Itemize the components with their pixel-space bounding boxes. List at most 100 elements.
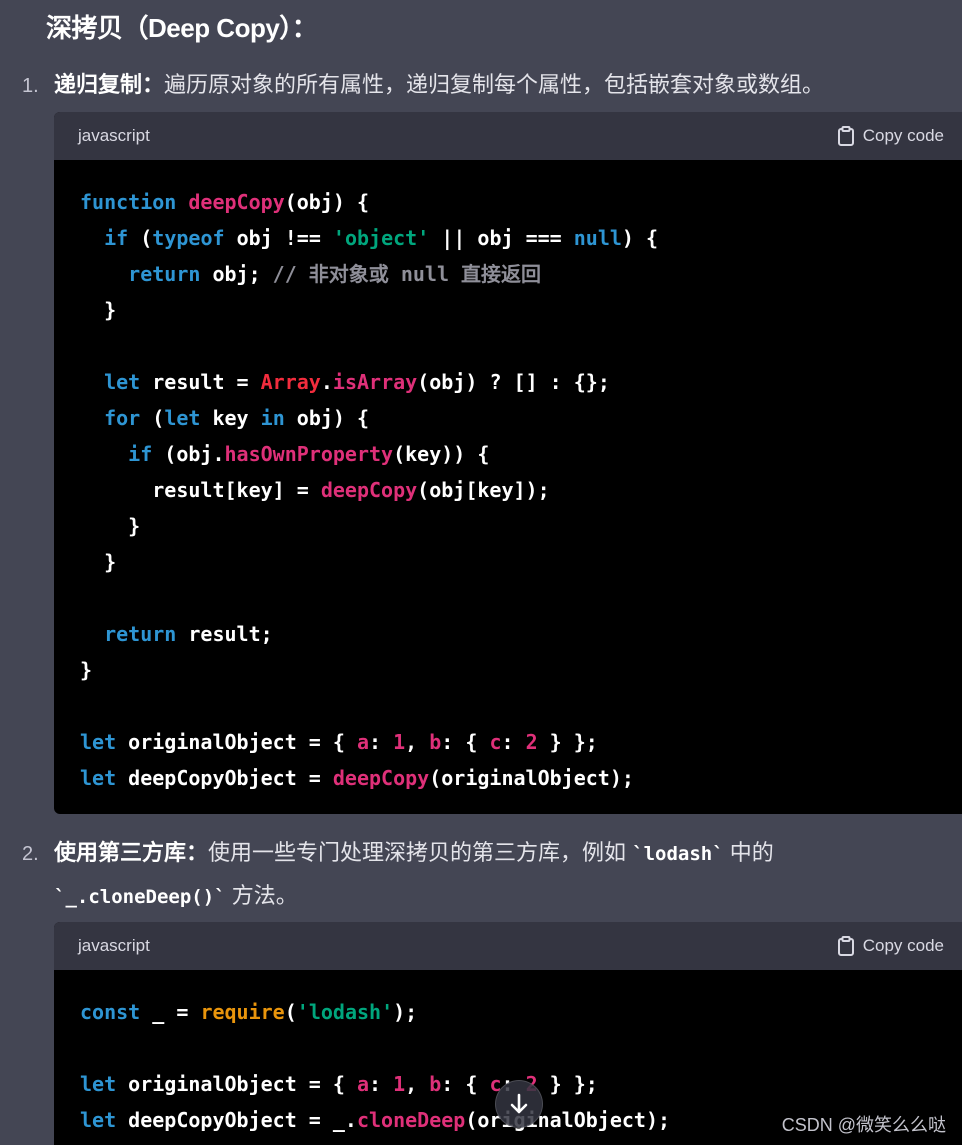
code-token: 2 xyxy=(525,730,538,754)
code-token: || obj === xyxy=(429,226,574,250)
code-line: for (let key in obj) { xyxy=(80,400,942,436)
code-token: let xyxy=(80,1108,117,1132)
list-item-text: 使用一些专门处理深拷贝的第三方库，例如 xyxy=(208,840,633,865)
code-line: if (obj.hasOwnProperty(key)) { xyxy=(80,436,942,472)
copy-code-button[interactable]: Copy code xyxy=(837,936,944,956)
code-token: const xyxy=(80,1000,141,1024)
code-line: return result; xyxy=(80,616,942,652)
clipboard-icon xyxy=(837,936,854,956)
code-token: Array xyxy=(260,370,321,394)
code-line: let originalObject = { a: 1, b: { c: 2 }… xyxy=(80,724,942,760)
code-token: originalObject = { xyxy=(116,1072,357,1096)
code-line: function deepCopy(obj) { xyxy=(80,184,942,220)
code-token: _ = xyxy=(140,1000,201,1024)
scroll-to-bottom-button[interactable] xyxy=(495,1080,543,1128)
code-block-header: javascript Copy code xyxy=(54,922,962,970)
code-token: // 非对象或 null 直接返回 xyxy=(272,262,542,286)
clipboard-icon xyxy=(837,126,854,146)
inline-code-clonedeep: `_.cloneDeep()` xyxy=(54,886,226,908)
code-token: } xyxy=(80,514,141,538)
code-line: result[key] = deepCopy(obj[key]); xyxy=(80,472,942,508)
code-token: deepCopyObject = xyxy=(116,766,333,790)
code-language-label: javascript xyxy=(78,126,150,145)
code-token: 1 xyxy=(393,730,406,754)
code-token: (obj) ? [] : {}; xyxy=(417,370,610,394)
inline-code-lodash: `lodash` xyxy=(632,843,724,865)
list-item-text: 中的 xyxy=(723,840,774,865)
watermark: CSDN @微笑么么哒 xyxy=(781,1115,946,1135)
code-token: : { xyxy=(441,730,490,754)
code-token: hasOwnProperty xyxy=(224,442,394,466)
copy-code-button[interactable]: Copy code xyxy=(837,126,944,146)
code-token: deepCopyObject = _. xyxy=(116,1108,357,1132)
code-token: key xyxy=(200,406,261,430)
code-token: originalObject = { xyxy=(116,730,357,754)
code-token: obj; xyxy=(200,262,273,286)
code-line: if (typeof obj !== 'object' || obj === n… xyxy=(80,220,942,256)
code-token: (obj. xyxy=(152,442,225,466)
code-block-1: javascript Copy code function deepCopy(o… xyxy=(54,112,962,814)
code-language-label: javascript xyxy=(78,936,150,955)
list-item-1: 1. 递归复制：遍历原对象的所有属性，递归复制每个属性，包括嵌套对象或数组。 xyxy=(22,64,952,107)
list-item-text: 遍历原对象的所有属性，递归复制每个属性，包括嵌套对象或数组。 xyxy=(164,72,825,97)
code-token: deepCopy xyxy=(320,478,418,502)
code-line: } xyxy=(80,544,942,580)
code-token: b xyxy=(429,1072,442,1096)
code-token: ); xyxy=(393,1000,418,1024)
code-token: result; xyxy=(176,622,273,646)
code-token: : xyxy=(369,1072,394,1096)
code-token: } xyxy=(80,298,117,322)
code-token: obj !== xyxy=(224,226,333,250)
code-token: 'lodash' xyxy=(296,1000,394,1024)
code-token: result[key] = xyxy=(80,478,321,502)
code-token: : xyxy=(369,730,394,754)
code-block-header: javascript Copy code xyxy=(54,112,962,160)
code-token: . xyxy=(320,370,333,394)
code-token: if xyxy=(128,442,153,466)
code-token: (obj[key]); xyxy=(417,478,550,502)
copy-code-label: Copy code xyxy=(862,936,944,955)
code-token: let xyxy=(80,766,117,790)
code-token: 'object' xyxy=(332,226,430,250)
copy-code-label: Copy code xyxy=(862,126,944,145)
code-token: let xyxy=(80,730,117,754)
code-line: let result = Array.isArray(obj) ? [] : {… xyxy=(80,364,942,400)
code-token: null xyxy=(573,226,622,250)
code-line: let deepCopyObject = deepCopy(originalOb… xyxy=(80,760,942,796)
code-token: typeof xyxy=(152,226,225,250)
code-token: let xyxy=(164,406,201,430)
code-token: , xyxy=(405,730,430,754)
code-token: (key)) { xyxy=(393,442,490,466)
arrow-down-icon xyxy=(510,1093,528,1114)
section-heading: 深拷贝（Deep Copy）： xyxy=(46,13,318,43)
code-token: 1 xyxy=(393,1072,406,1096)
code-token: obj) { xyxy=(284,406,370,430)
code-content: function deepCopy(obj) { if (typeof obj … xyxy=(54,160,962,814)
code-token: ( xyxy=(284,1000,297,1024)
code-token: ( xyxy=(128,226,153,250)
code-token: in xyxy=(260,406,285,430)
code-token: (originalObject); xyxy=(429,766,634,790)
code-line: } xyxy=(80,292,942,328)
list-item-text: 方法。 xyxy=(225,883,298,908)
code-token: } xyxy=(80,658,93,682)
code-token: return xyxy=(128,262,201,286)
code-token: result = xyxy=(140,370,261,394)
code-token: c xyxy=(489,730,502,754)
code-token: } }; xyxy=(537,1072,598,1096)
code-token: : { xyxy=(441,1072,490,1096)
code-token: deepCopy xyxy=(188,190,285,214)
code-token: : xyxy=(501,730,526,754)
code-line: return obj; // 非对象或 null 直接返回 xyxy=(80,256,942,292)
code-token: deepCopy xyxy=(332,766,430,790)
code-token: a xyxy=(356,730,369,754)
code-token: ) { xyxy=(621,226,659,250)
